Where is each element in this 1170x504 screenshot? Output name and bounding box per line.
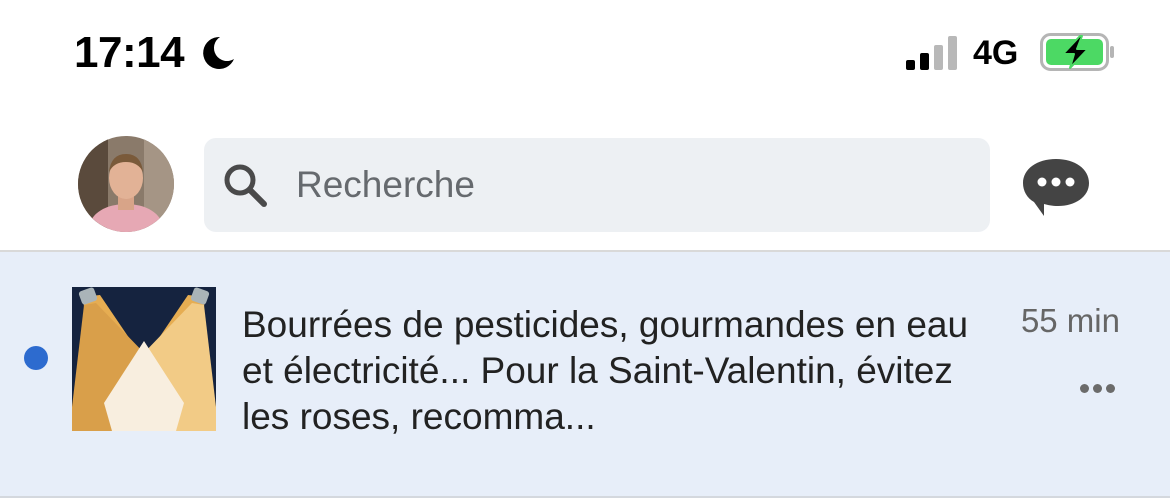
article-thumbnail-spotlights[interactable] — [72, 287, 216, 431]
status-time: 17:14 — [74, 28, 185, 77]
more-dot — [1105, 383, 1115, 393]
more-dot — [1092, 383, 1102, 393]
profile-avatar[interactable] — [78, 136, 174, 232]
more-dot — [1079, 383, 1089, 393]
avatar-photo — [78, 136, 174, 232]
notification-divider — [0, 496, 1170, 498]
search-input[interactable] — [296, 160, 956, 210]
moon-icon — [203, 36, 234, 69]
notification-text: Bourrées de pesticides, gourmandes en ea… — [242, 304, 969, 437]
network-type: 4G — [973, 34, 1019, 72]
more-options-icon[interactable] — [1072, 372, 1122, 404]
status-bar: 17:14 4G — [0, 0, 1170, 100]
battery-charging-icon — [1040, 33, 1114, 71]
cellular-signal-icon — [906, 36, 957, 70]
search-icon — [224, 164, 267, 207]
unread-indicator — [24, 346, 48, 370]
messages-icon[interactable] — [1020, 156, 1092, 218]
notification-time: 55 min — [1020, 302, 1120, 339]
